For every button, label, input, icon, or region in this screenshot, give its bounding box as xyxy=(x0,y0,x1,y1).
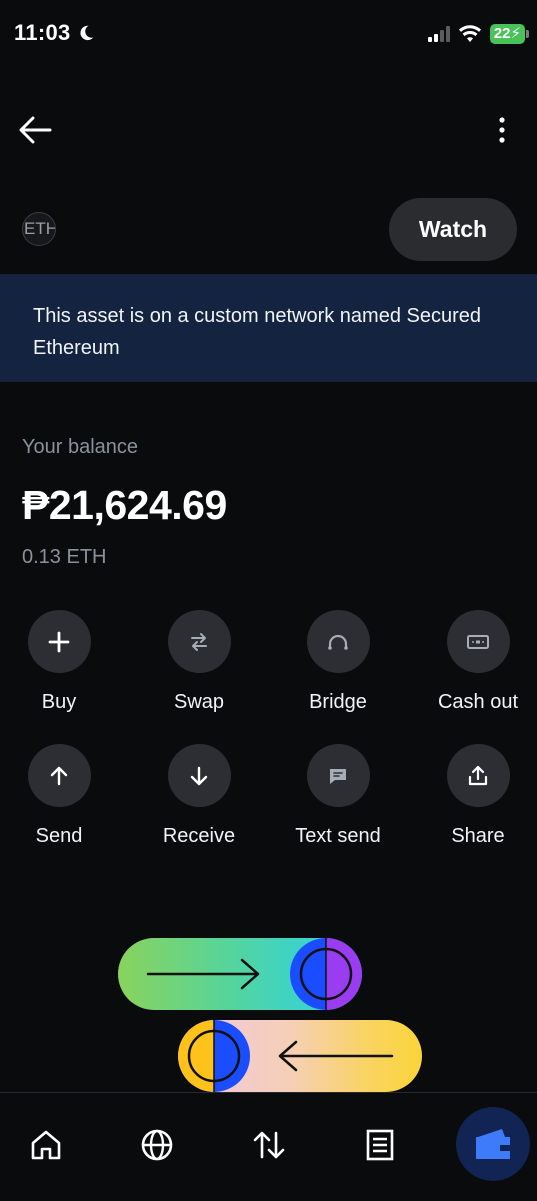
share-icon xyxy=(468,765,488,785)
battery-indicator: 22⚡︎ xyxy=(489,24,530,44)
custom-network-banner: This asset is on a custom network named … xyxy=(0,274,537,382)
receive-label: Receive xyxy=(162,825,236,847)
swap-label: Swap xyxy=(173,691,225,713)
clock-text: 11:03 xyxy=(14,20,71,45)
plus-icon xyxy=(48,631,70,652)
token-logo-text: ETH xyxy=(24,219,56,238)
home-icon xyxy=(31,1130,61,1160)
balance-crypto-amount: 0.13 ETH xyxy=(22,546,107,568)
status-bar-time: 11:03 xyxy=(14,20,95,46)
send-illustration-pill xyxy=(118,938,362,1010)
text-send-icon-circle xyxy=(306,744,370,807)
watch-button[interactable]: Watch xyxy=(389,198,517,261)
text-send-label: Text send xyxy=(295,825,381,847)
send-label: Send xyxy=(35,825,83,847)
bridge-button[interactable]: Bridge xyxy=(278,610,398,714)
send-button[interactable]: Send xyxy=(0,744,119,848)
swap-button[interactable]: Swap xyxy=(139,610,259,714)
more-options-button[interactable] xyxy=(495,116,509,144)
more-vertical-icon xyxy=(499,117,505,143)
charging-bolt-icon: ⚡︎ xyxy=(510,25,521,42)
cash-out-button[interactable]: Cash out xyxy=(418,610,537,714)
receive-button[interactable]: Receive xyxy=(139,744,259,848)
share-icon-circle xyxy=(446,744,510,807)
receive-icon-circle xyxy=(167,744,231,807)
moon-icon xyxy=(80,25,93,41)
buy-label: Buy xyxy=(41,691,77,713)
text-send-button[interactable]: Text send xyxy=(278,744,398,848)
cellular-signal-icon xyxy=(427,26,450,42)
arrow-left-illustration-icon xyxy=(178,1020,394,1092)
wallet-icon xyxy=(476,1129,510,1159)
swap-icon xyxy=(191,632,207,651)
token-logo: ETH xyxy=(22,212,56,246)
buy-icon-circle xyxy=(27,610,91,673)
send-icon-circle xyxy=(27,744,91,807)
share-button[interactable]: Share xyxy=(418,744,537,848)
bridge-icon-circle xyxy=(306,610,370,673)
nav-wallet[interactable] xyxy=(456,1107,530,1181)
nav-transfer[interactable] xyxy=(251,1127,287,1163)
cash-out-label: Cash out xyxy=(437,691,519,713)
receive-illustration-pill xyxy=(178,1020,422,1092)
wifi-icon xyxy=(458,25,481,42)
share-label: Share xyxy=(451,825,505,847)
list-icon xyxy=(366,1129,394,1161)
arrow-up-icon xyxy=(50,766,68,785)
nav-activity[interactable] xyxy=(362,1127,398,1163)
arrow-left-icon xyxy=(19,116,52,144)
balance-value: ₱21,624.69 xyxy=(22,482,227,528)
transfer-icon xyxy=(253,1131,285,1159)
bridge-label: Bridge xyxy=(309,691,367,713)
arrow-right-illustration-icon xyxy=(146,938,362,1010)
nav-browser[interactable] xyxy=(139,1127,175,1163)
arrow-down-icon xyxy=(190,766,208,785)
bridge-icon xyxy=(328,634,348,650)
cash-out-icon xyxy=(467,634,489,649)
balance-label: Your balance xyxy=(22,436,139,458)
cash-out-icon-circle xyxy=(446,610,510,673)
message-icon xyxy=(330,768,346,784)
battery-level: 22 xyxy=(493,25,511,42)
status-bar-indicators: 22⚡︎ xyxy=(427,24,530,44)
buy-button[interactable]: Buy xyxy=(0,610,119,714)
bottom-navigation xyxy=(0,1092,537,1201)
banner-text: This asset is on a custom network named … xyxy=(33,305,481,359)
swap-icon-circle xyxy=(167,610,231,673)
back-button[interactable] xyxy=(16,112,56,148)
nav-home[interactable] xyxy=(28,1127,64,1163)
globe-icon xyxy=(141,1129,173,1161)
